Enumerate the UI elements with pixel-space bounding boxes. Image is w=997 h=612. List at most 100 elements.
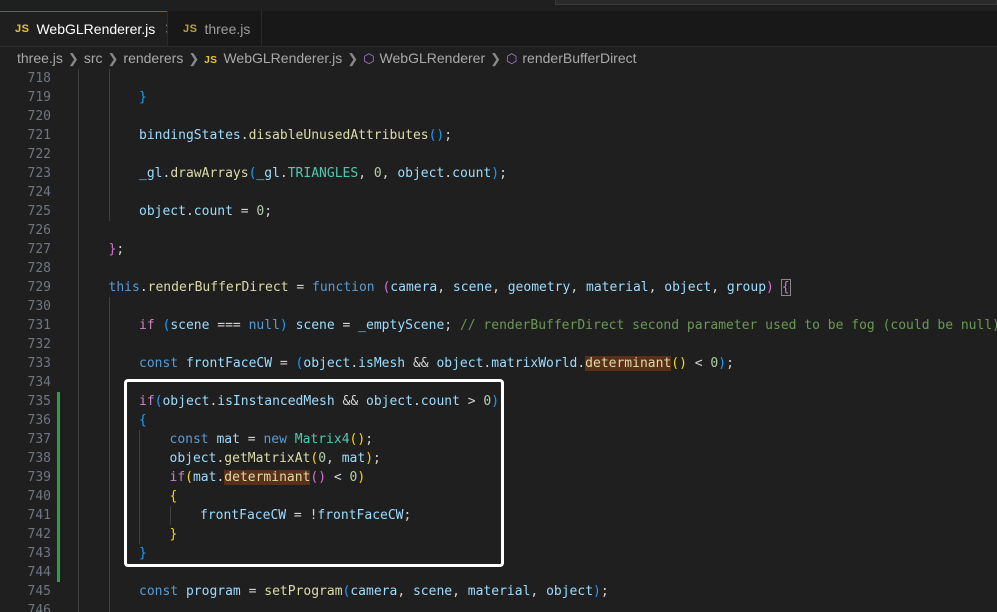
indent-guide [78,487,79,506]
line-number: 743 [27,546,51,561]
line-number: 741 [27,508,51,523]
line-number: 746 [27,603,51,612]
line-number: 725 [27,204,51,219]
indent-guide [108,487,110,506]
indent-guide [108,582,110,601]
indent-guide [108,126,110,145]
code-text: } [139,90,147,105]
code-line[interactable]: 721 bindingStates.disableUnusedAttributes… [0,126,997,145]
indent-guide [108,506,110,525]
line-number: 744 [27,565,51,580]
line-number: 732 [27,337,51,352]
line-number: 728 [27,261,51,276]
indent-guide [108,392,110,411]
indent-guide [78,468,79,487]
code-line[interactable]: 720 [0,107,997,126]
line-number: 729 [27,280,51,295]
line-number: 739 [27,470,51,485]
line-number: 740 [27,489,51,504]
indent-guide [108,183,110,202]
code-line[interactable]: 726 [0,221,997,240]
indent-guide [78,240,79,259]
code-line[interactable]: 729 this.renderBufferDirect = function (c… [0,278,997,297]
line-number: 736 [27,413,51,428]
line-number: 724 [27,185,51,200]
indent-guide [78,259,79,278]
line-number: 718 [27,71,51,86]
breadcrumb: three.js ❯ src ❯ renderers ❯ JS WebGLRenderer.j… [0,47,997,69]
code-line[interactable]: 731 if (scene === null) scene = _emptySce… [0,316,997,335]
indent-guide [78,107,79,126]
indent-guide [108,164,110,183]
line-number: 720 [27,109,51,124]
code-text: this.renderBufferDirect = function (came… [108,279,791,296]
code-text: }; [108,242,125,257]
line-number: 731 [27,318,51,333]
tab-three[interactable]: JS three.js [167,11,262,46]
code-text: const frontFaceCW = (object.isMesh && ob… [139,356,734,371]
indent-guide [78,335,79,354]
indent-guide [108,145,110,164]
code-line[interactable]: 727}; [0,240,997,259]
code-line[interactable]: 719} [0,88,997,107]
breadcrumb-method[interactable]: renderBufferDirect [522,50,636,66]
code-line[interactable]: 724 [0,183,997,202]
code-line[interactable]: 722 [0,145,997,164]
javascript-file-icon: JS [15,23,30,35]
code-line[interactable]: 732 [0,335,997,354]
indent-guide [108,525,110,544]
indent-guide [78,582,79,601]
breadcrumb-item[interactable]: three.js [17,50,63,66]
indent-guide [108,544,110,563]
indent-guide [78,126,79,145]
indent-guide [108,107,110,126]
tab-label: three.js [204,20,251,37]
command-center[interactable] [555,0,997,5]
line-number: 722 [27,147,51,162]
breadcrumb-item[interactable]: src [84,50,103,66]
indent-guide [78,202,79,221]
code-editor[interactable]: 718 719} 720 721 bindingStates.disableUnused… [0,69,997,612]
code-line[interactable]: 746 [0,601,997,612]
indent-guide [108,563,110,582]
breadcrumb-item[interactable]: renderers [123,50,183,66]
indent-guide [108,335,110,354]
indent-guide [78,430,79,449]
line-number: 734 [27,375,51,390]
code-line[interactable]: 730 [0,297,997,316]
code-line[interactable]: 745 const program = setProgram(camera, sc… [0,582,997,601]
breadcrumb-class[interactable]: WebGLRenderer [380,50,486,66]
highlight-box [124,379,504,567]
javascript-file-icon: JS [204,55,218,66]
indent-guide [78,392,79,411]
indent-guide [78,411,79,430]
code-line[interactable]: 718 [0,69,997,88]
code-text: object.count = 0; [139,204,273,219]
code-line[interactable]: 733 const frontFaceCW = (object.isMesh &&… [0,354,997,373]
indent-guide [108,297,110,316]
line-number: 726 [27,223,51,238]
tab-webglrenderer[interactable]: JS WebGLRenderer.js ✕ [0,11,177,46]
line-number: 723 [27,166,51,181]
code-text: if (scene === null) scene = _emptyScene;… [139,318,997,333]
indent-guide [78,164,79,183]
indent-guide [108,411,110,430]
tab-bar: JS WebGLRenderer.js ✕ JS three.js [0,0,997,47]
line-number: 735 [27,394,51,409]
method-symbol-icon: ⬡ [506,51,518,66]
git-added-indicator[interactable] [57,392,60,582]
code-line[interactable]: 728 [0,259,997,278]
indent-guide [78,297,79,316]
code-line[interactable]: 725 object.count = 0; [0,202,997,221]
indent-guide [108,88,110,107]
indent-guide [78,525,79,544]
indent-guide [78,449,79,468]
line-number: 737 [27,432,51,447]
class-symbol-icon: ⬡ [363,51,375,66]
chevron-right-icon: ❯ [490,51,502,66]
breadcrumb-file[interactable]: WebGLRenderer.js [223,50,342,66]
line-number: 733 [27,356,51,371]
code-line[interactable]: 723 _gl.drawArrays(_gl.TRIANGLES, 0, obje… [0,164,997,183]
indent-guide [78,183,79,202]
chevron-right-icon: ❯ [188,51,200,66]
